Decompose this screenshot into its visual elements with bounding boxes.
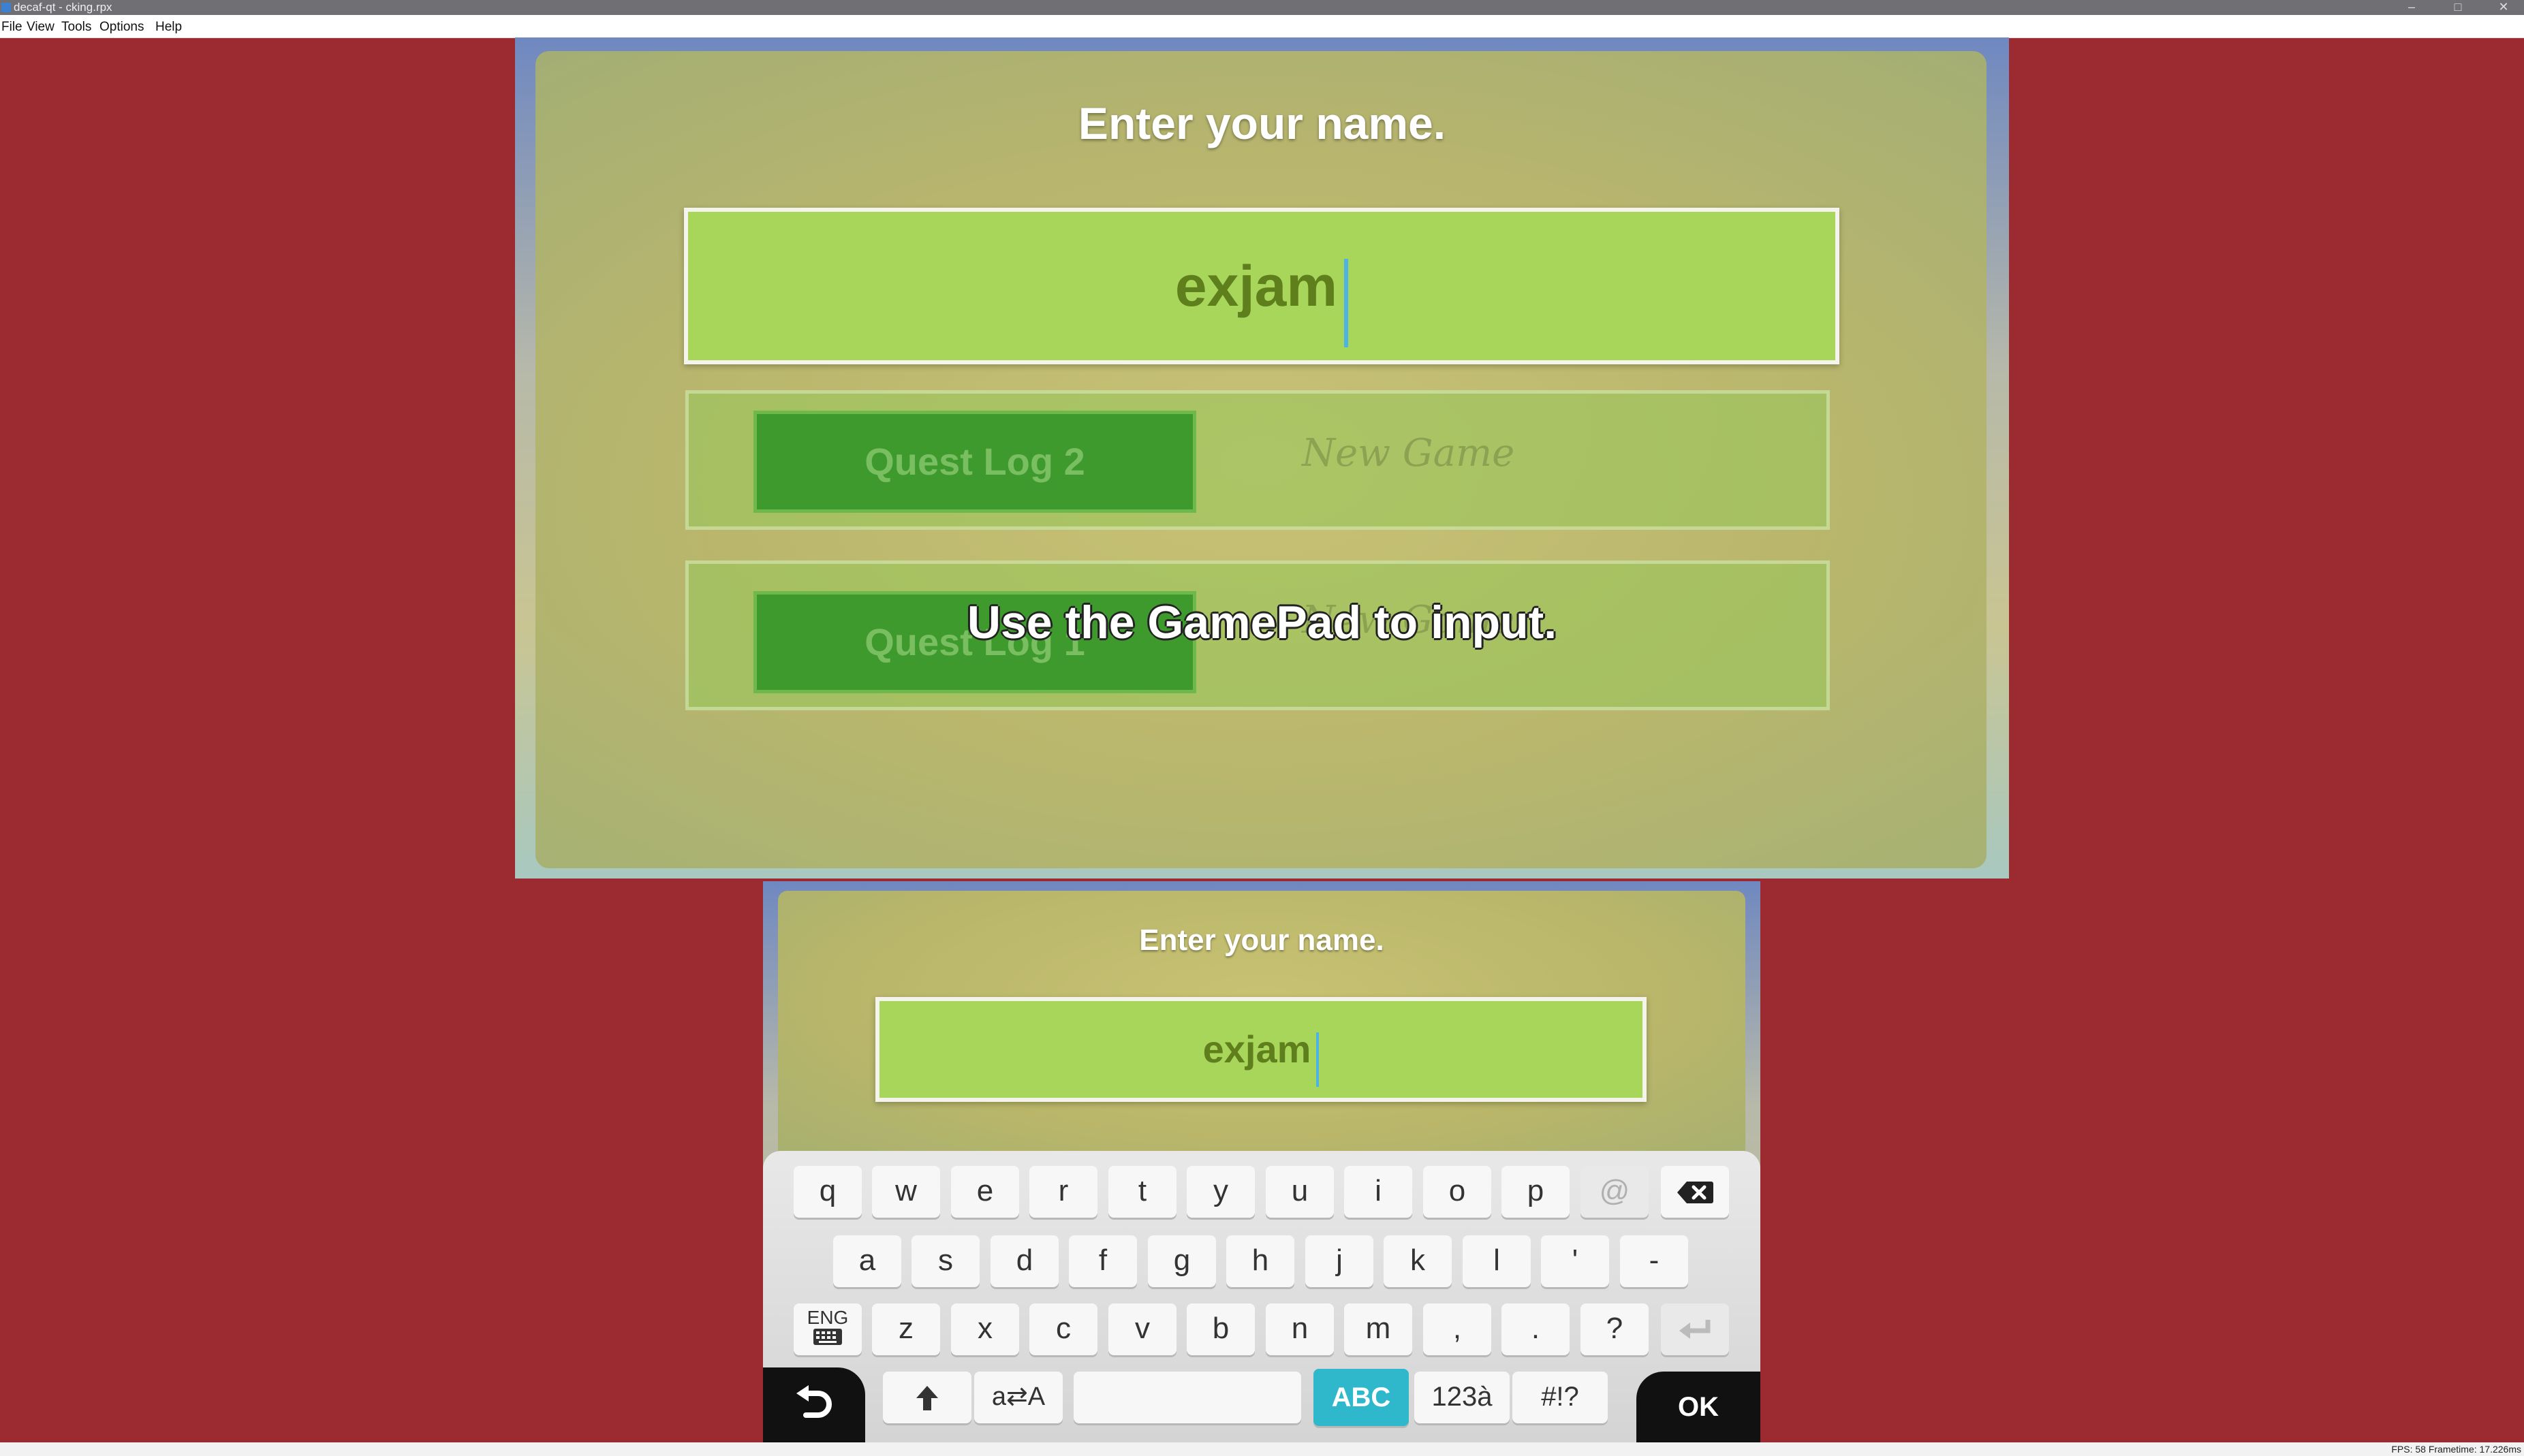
window-titlebar: decaf-qt - cking.rpx – □ ✕ bbox=[0, 0, 2524, 15]
language-key[interactable]: ENG bbox=[794, 1303, 862, 1355]
key-z[interactable]: z bbox=[872, 1303, 940, 1355]
key-q[interactable]: q bbox=[794, 1166, 862, 1218]
maximize-button[interactable]: □ bbox=[2437, 0, 2478, 15]
key-period[interactable]: . bbox=[1501, 1303, 1570, 1355]
gamepad-screen: Enter your name. exjam q w e r t y u i o… bbox=[763, 881, 1760, 1442]
key-k[interactable]: k bbox=[1384, 1235, 1452, 1287]
backspace-key[interactable] bbox=[1661, 1166, 1729, 1218]
tv-name-value: exjam bbox=[1174, 254, 1338, 318]
text-cursor bbox=[1344, 258, 1349, 347]
on-screen-keyboard: q w e r t y u i o p @ a s d f g h j k l … bbox=[763, 1151, 1760, 1442]
pad-name-box[interactable]: exjam bbox=[875, 997, 1647, 1102]
quest-new-game: New Game bbox=[1302, 431, 1515, 475]
tv-heading: Enter your name. bbox=[1078, 98, 1446, 148]
enter-icon bbox=[1679, 1320, 1711, 1340]
key-e[interactable]: e bbox=[951, 1166, 1019, 1218]
key-g[interactable]: g bbox=[1148, 1235, 1216, 1287]
pad-heading: Enter your name. bbox=[1139, 923, 1384, 957]
tv-screen: Enter your name. exjam Quest Log 2 New G… bbox=[515, 37, 2009, 879]
key-m[interactable]: m bbox=[1344, 1303, 1412, 1355]
text-cursor bbox=[1316, 1032, 1320, 1087]
menu-options[interactable]: Options bbox=[99, 20, 144, 35]
key-y[interactable]: y bbox=[1187, 1166, 1255, 1218]
tv-name-box: exjam bbox=[684, 208, 1839, 364]
key-p[interactable]: p bbox=[1501, 1166, 1570, 1218]
key-d[interactable]: d bbox=[991, 1235, 1059, 1287]
key-c[interactable]: c bbox=[1029, 1303, 1097, 1355]
status-bar: FPS: 58 Frametime: 17.226ms bbox=[0, 1442, 2524, 1456]
tv-hint: Use the GamePad to input. bbox=[967, 597, 1557, 648]
case-toggle-key[interactable]: a⇄A bbox=[974, 1372, 1063, 1423]
back-icon bbox=[796, 1385, 832, 1418]
app-icon bbox=[1, 3, 11, 12]
key-o[interactable]: o bbox=[1423, 1166, 1491, 1218]
key-r[interactable]: r bbox=[1029, 1166, 1097, 1218]
pad-name-value: exjam bbox=[1202, 1028, 1311, 1071]
key-at[interactable]: @ bbox=[1580, 1166, 1649, 1218]
back-button[interactable] bbox=[763, 1367, 865, 1442]
key-v[interactable]: v bbox=[1108, 1303, 1177, 1355]
ok-button[interactable]: OK bbox=[1636, 1372, 1760, 1442]
menu-tools[interactable]: Tools bbox=[61, 20, 91, 35]
keyboard-icon bbox=[813, 1329, 842, 1345]
key-comma[interactable]: , bbox=[1423, 1303, 1491, 1355]
fps-readout: FPS: 58 Frametime: 17.226ms bbox=[2391, 1444, 2521, 1455]
window-title: decaf-qt - cking.rpx bbox=[14, 1, 112, 14]
enter-key[interactable] bbox=[1661, 1303, 1729, 1355]
key-u[interactable]: u bbox=[1266, 1166, 1334, 1218]
mode-123-key[interactable]: 123à bbox=[1414, 1372, 1510, 1423]
key-h[interactable]: h bbox=[1226, 1235, 1294, 1287]
key-question[interactable]: ? bbox=[1580, 1303, 1649, 1355]
quest-log-button: Quest Log 2 bbox=[753, 411, 1196, 513]
key-j[interactable]: j bbox=[1305, 1235, 1373, 1287]
menu-help[interactable]: Help bbox=[155, 20, 182, 35]
key-b[interactable]: b bbox=[1187, 1303, 1255, 1355]
key-apostrophe[interactable]: ' bbox=[1541, 1235, 1609, 1287]
menu-file[interactable]: File bbox=[1, 20, 22, 35]
key-w[interactable]: w bbox=[872, 1166, 940, 1218]
close-button[interactable]: ✕ bbox=[2483, 0, 2524, 15]
key-f[interactable]: f bbox=[1069, 1235, 1137, 1287]
minimize-button[interactable]: – bbox=[2391, 0, 2432, 15]
menu-bar: File View Tools Options Help bbox=[0, 15, 2524, 38]
menu-view[interactable]: View bbox=[27, 20, 54, 35]
key-a[interactable]: a bbox=[833, 1235, 901, 1287]
backspace-icon bbox=[1677, 1182, 1713, 1204]
language-label: ENG bbox=[807, 1307, 849, 1328]
key-s[interactable]: s bbox=[912, 1235, 980, 1287]
quest-row: Quest Log 2 New Game bbox=[685, 390, 1830, 530]
key-i[interactable]: i bbox=[1344, 1166, 1412, 1218]
key-t[interactable]: t bbox=[1108, 1166, 1177, 1218]
mode-abc-key[interactable]: ABC bbox=[1313, 1369, 1409, 1426]
key-x[interactable]: x bbox=[951, 1303, 1019, 1355]
shift-key[interactable] bbox=[883, 1372, 971, 1423]
key-l[interactable]: l bbox=[1463, 1235, 1531, 1287]
key-hyphen[interactable]: - bbox=[1620, 1235, 1688, 1287]
space-key[interactable] bbox=[1074, 1372, 1301, 1423]
shift-icon bbox=[916, 1386, 938, 1411]
mode-symbol-key[interactable]: #!? bbox=[1512, 1372, 1608, 1423]
key-n[interactable]: n bbox=[1266, 1303, 1334, 1355]
